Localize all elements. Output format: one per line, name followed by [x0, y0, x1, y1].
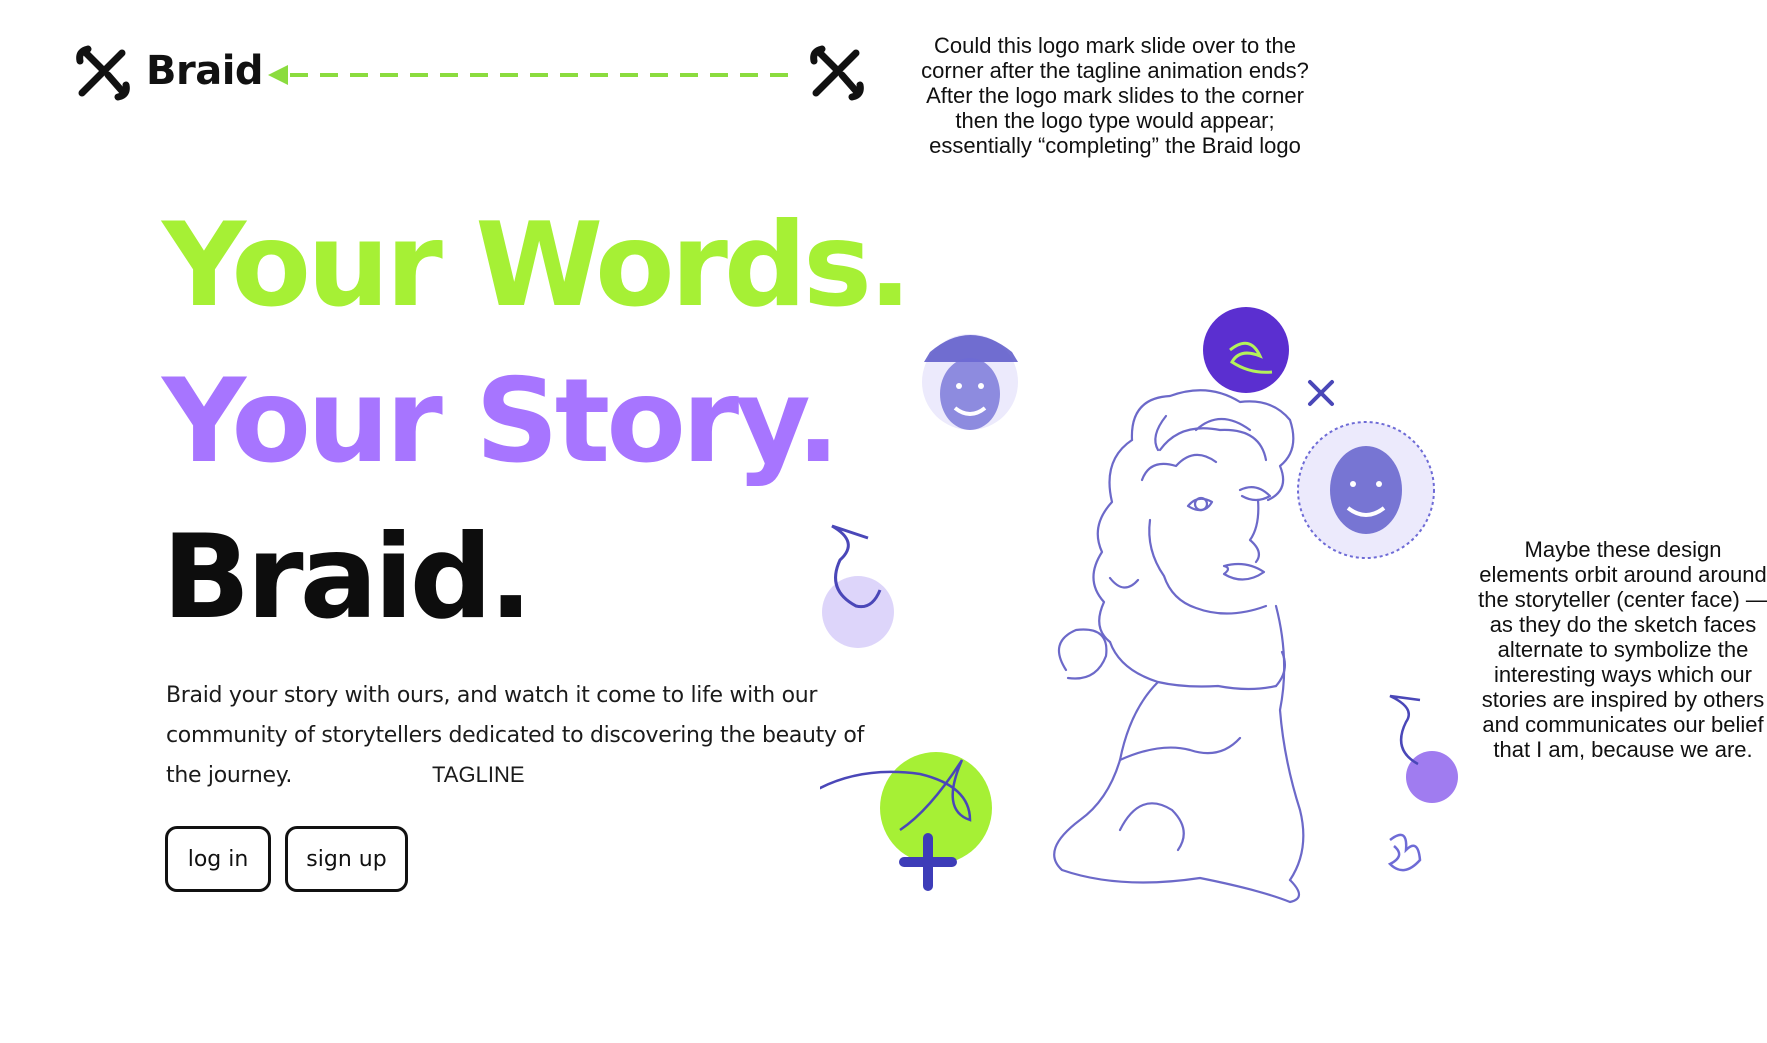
braid-logo[interactable]: Braid [74, 40, 274, 110]
login-button[interactable]: log in [165, 826, 271, 892]
purple-orbit-circle [1203, 307, 1289, 393]
b-doodle-icon [1387, 833, 1422, 872]
sketch-face-portrait [922, 334, 1018, 430]
brand-wordmark: Braid [146, 48, 264, 94]
lavender-orbit-circle [822, 524, 894, 648]
braid-x-mark-icon [810, 45, 864, 101]
dashed-arrow-left-icon [268, 65, 788, 85]
storyteller-line-portrait [1053, 389, 1305, 904]
hero-line-braid: Braid. [162, 510, 533, 645]
annotation-logo-animation: Could this logo mark slide over to the c… [921, 33, 1309, 158]
hero-line-words: Your Words. [162, 198, 912, 333]
braid-x-mark-icon [76, 45, 130, 101]
tagline-label: TAGLINE [432, 762, 525, 787]
sketch-face-portrait-right [1297, 421, 1435, 559]
signup-button[interactable]: sign up [285, 826, 408, 892]
storyteller-illustration [820, 307, 1458, 904]
small-purple-orbit-circle [1389, 694, 1458, 803]
small-x-mark-icon [1308, 380, 1334, 406]
hero-line-story: Your Story. [162, 354, 840, 489]
